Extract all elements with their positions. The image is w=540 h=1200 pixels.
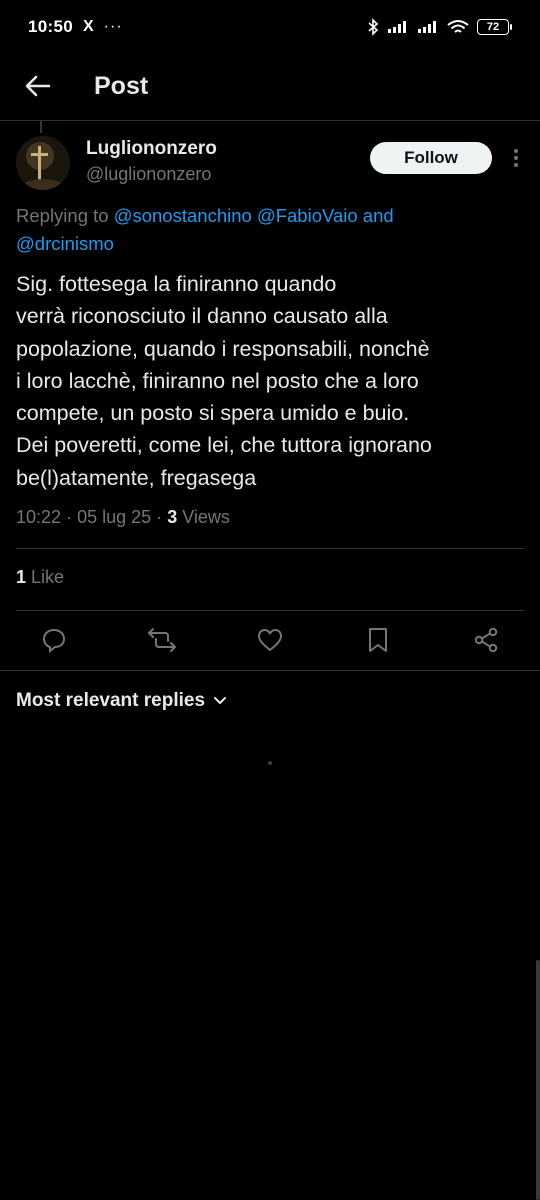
wifi-icon — [447, 19, 469, 35]
top-bar: Post — [0, 58, 540, 114]
signal-icon — [387, 20, 409, 34]
battery-icon: 72 — [477, 19, 512, 35]
arrow-left-icon — [25, 75, 51, 97]
like-icon — [258, 629, 282, 651]
status-bar: 10:50 X ··· 72 — [0, 0, 540, 54]
views-label: Views — [182, 507, 230, 527]
share-icon — [474, 627, 498, 653]
page-title: Post — [94, 71, 149, 100]
replies-sort-label: Most relevant replies — [16, 690, 206, 711]
mention-link[interactable]: @drcinismo — [16, 233, 114, 254]
likes-count: 1 — [16, 567, 27, 587]
more-vertical-icon — [514, 149, 518, 167]
scrollbar[interactable] — [536, 960, 540, 1200]
post-header: Lugliononzero @lugliononzero Follow — [16, 136, 524, 192]
stats-divider — [16, 548, 524, 549]
action-bar — [0, 620, 540, 660]
more-notifications-icon: ··· — [103, 18, 123, 35]
actions-divider — [16, 610, 524, 611]
status-right: 72 — [367, 18, 512, 36]
battery-level: 72 — [477, 19, 509, 35]
likes-stat[interactable]: 1 Like — [16, 567, 64, 588]
share-button[interactable] — [470, 624, 502, 656]
likes-label: Like — [31, 567, 65, 587]
replying-conjunction: and — [362, 205, 394, 226]
replies-sort-dropdown[interactable]: Most relevant replies — [16, 690, 227, 712]
meta-separator: · — [66, 507, 73, 527]
meta-separator: · — [156, 507, 163, 527]
post-text: Sig. fottesega la finiranno quando verrà… — [16, 272, 432, 490]
back-button[interactable] — [18, 66, 58, 106]
author-handle[interactable]: @lugliononzero — [86, 164, 211, 185]
bookmark-icon — [369, 628, 387, 652]
status-left: 10:50 X ··· — [28, 17, 123, 37]
more-options-button[interactable] — [508, 146, 524, 170]
post-date[interactable]: 05 lug 25 — [77, 507, 151, 527]
post-meta: 10:22 · 05 lug 25 · 3 Views — [16, 507, 230, 528]
thread-line — [40, 121, 42, 133]
replying-to: Replying to @sonostanchino @FabioVaio an… — [16, 202, 516, 258]
post-time[interactable]: 10:22 — [16, 507, 61, 527]
repost-icon — [148, 628, 176, 652]
replies-divider — [0, 670, 540, 671]
like-button[interactable] — [254, 624, 286, 656]
signal-icon-2 — [417, 20, 439, 34]
bookmark-button[interactable] — [362, 624, 394, 656]
loading-indicator — [268, 761, 272, 765]
reply-button[interactable] — [38, 624, 70, 656]
avatar[interactable] — [16, 136, 70, 190]
mention-link[interactable]: @FabioVaio — [257, 205, 358, 226]
x-app-icon: X — [82, 18, 94, 35]
author-display-name[interactable]: Lugliononzero — [86, 138, 217, 160]
replying-prefix: Replying to — [16, 205, 109, 226]
bluetooth-icon — [367, 18, 379, 36]
status-time: 10:50 — [28, 17, 73, 36]
views-count: 3 — [167, 507, 178, 527]
battery-tip — [510, 24, 512, 30]
follow-button[interactable]: Follow — [370, 142, 492, 174]
repost-button[interactable] — [146, 624, 178, 656]
reply-icon — [42, 628, 66, 653]
chevron-down-icon — [214, 697, 227, 704]
mention-link[interactable]: @sonostanchino — [114, 205, 252, 226]
header-divider — [0, 120, 540, 121]
